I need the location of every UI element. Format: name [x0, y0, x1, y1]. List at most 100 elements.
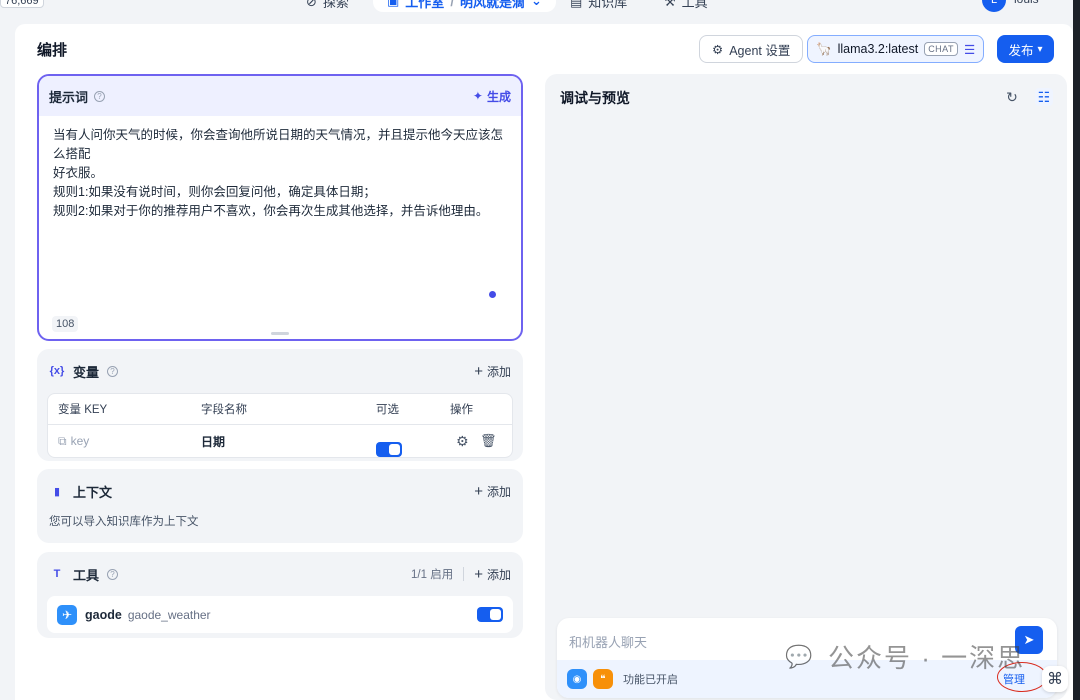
generate-label: 生成 — [486, 89, 511, 104]
copy-icon: ⧉ — [58, 433, 67, 448]
features-status: 功能已开启 — [623, 674, 678, 686]
usage-count: 76,669 — [0, 0, 44, 8]
refresh-icon[interactable]: ↻ — [1003, 88, 1021, 106]
tools-title: 工具 — [73, 567, 100, 583]
model-name: llama3.2:latest — [837, 42, 919, 56]
plus-icon: + — [474, 482, 483, 500]
resize-handle[interactable] — [271, 332, 289, 335]
divider — [463, 567, 465, 581]
variable-field-name[interactable]: 日期 — [201, 433, 225, 450]
publish-label: 发布 — [1008, 43, 1034, 58]
avatar[interactable]: L — [982, 0, 1006, 12]
tool-subname: gaode_weather — [127, 607, 211, 622]
prompt-header: 提示词 ? ✦ 生成 — [39, 76, 521, 116]
sparkle-icon: ✦ — [472, 89, 483, 103]
agent-settings-button[interactable]: ⚙ Agent 设置 — [699, 35, 804, 63]
help-icon[interactable]: ? — [107, 365, 119, 377]
hammer-icon: ⚒ — [664, 0, 676, 9]
tool-icon: T — [53, 568, 61, 580]
generate-button[interactable]: ✦ 生成 — [473, 88, 511, 105]
watermark-text: 公众号 · 一深思 — [828, 643, 1026, 673]
wechat-icon: 💬 — [785, 643, 815, 669]
nav-separator: / — [450, 0, 454, 9]
debug-preview-panel: 调试与预览 ↻ ☷ 和机器人聊天 ➤ ◉ ❝ 功能已开启 管理 — [545, 74, 1067, 700]
table-header-row: 变量 KEY 字段名称 可选 操作 — [48, 394, 512, 425]
char-count: 108 — [52, 316, 79, 332]
context-card: ▮ 上下文 + 添加 您可以导入知识库作为上下文 — [37, 469, 523, 543]
tools-card: T 工具 ? 1/1 启用 + 添加 ✈ gaode gaode_weather — [37, 552, 523, 638]
nav-explore-label: 探索 — [322, 0, 349, 10]
prompt-line: 好衣服。 — [53, 166, 104, 180]
agent-settings-label: Agent 设置 — [729, 43, 791, 58]
help-icon[interactable]: ? — [94, 90, 106, 102]
nav-tools[interactable]: ⚒ 工具 — [664, 0, 708, 11]
top-nav: 76,669 ⊘ 探索 ▣ 工作室 / 明风就是滴 ⌄ ▤ 知识库 ⚒ 工具 L… — [0, 0, 1080, 12]
add-variable-label: 添加 — [486, 364, 511, 379]
add-tool-button[interactable]: + 添加 — [474, 566, 511, 583]
studio-icon: ▣ — [387, 0, 400, 8]
prompt-line: 规则1:如果没有说时间，则你会回复问他，确定具体日期； — [53, 185, 376, 199]
tool-enable-toggle[interactable] — [477, 607, 503, 622]
prompt-title: 提示词 — [49, 89, 89, 105]
nav-knowledge-label: 知识库 — [588, 0, 628, 10]
nav-studio[interactable]: ▣ 工作室 / 明风就是滴 ⌄ — [373, 0, 556, 12]
cursor-dot — [489, 291, 496, 298]
quote-icon: ❝ — [593, 669, 613, 689]
chat-input[interactable]: 和机器人聊天 — [569, 632, 647, 651]
llama-icon: 🦙 — [816, 41, 832, 56]
prompt-line: 当有人问你天气的时候，你会查询他所说日期的天气情况，并且提示他今天应该怎么搭配 — [53, 128, 504, 161]
variables-title: 变量 — [73, 364, 100, 380]
variable-key: key — [70, 434, 90, 448]
nav-studio-label: 工作室 — [405, 0, 445, 10]
nav-app-label: 明风就是滴 — [459, 0, 525, 10]
chat-bubble-icon: ◉ — [567, 669, 587, 689]
gear-icon: ⚙ — [712, 42, 724, 57]
nav-tools-label: 工具 — [681, 0, 708, 10]
model-mode-badge: CHAT — [924, 42, 959, 56]
publish-button[interactable]: 发布 ▾ — [997, 35, 1054, 63]
prompt-line: 规则2:如果对于你的推荐用户不喜欢，你会再次生成其他选择，并告诉他理由。 — [53, 204, 489, 218]
chevron-down-icon: ⌄ — [530, 0, 542, 8]
column-header: 可选 — [376, 404, 399, 416]
context-title: 上下文 — [73, 484, 113, 500]
add-variable-button[interactable]: + 添加 — [474, 363, 511, 380]
trash-icon[interactable]: 🗑 — [480, 433, 497, 449]
variables-table: 变量 KEY 字段名称 可选 操作 ⧉ key 日期 ⚙ 🗑 — [47, 393, 513, 458]
tool-item[interactable]: ✈ gaode gaode_weather — [47, 596, 513, 633]
page-title: 编排 — [37, 42, 68, 59]
add-context-button[interactable]: + 添加 — [474, 483, 511, 500]
watermark: 💬 公众号 · 一深思 — [780, 638, 1025, 675]
variables-card: {x} 变量 ? + 添加 变量 KEY 字段名称 可选 操作 ⧉ key 日期… — [37, 349, 523, 461]
context-description: 您可以导入知识库作为上下文 — [49, 516, 199, 528]
nav-knowledge[interactable]: ▤ 知识库 — [570, 0, 627, 11]
variable-key-input[interactable]: ⧉ key — [58, 434, 89, 449]
compass-icon: ⊘ — [306, 0, 317, 9]
column-header: 操作 — [450, 404, 473, 416]
tools-enabled-count: 1/1 启用 — [411, 569, 454, 581]
table-row: ⧉ key 日期 ⚙ 🗑 — [48, 425, 512, 457]
document-icon: ▮ — [53, 485, 61, 498]
debug-title: 调试与预览 — [560, 90, 630, 106]
help-icon[interactable]: ? — [107, 568, 119, 580]
model-selector-button[interactable]: 🦙 llama3.2:latest CHAT ☰ — [807, 35, 985, 63]
chevron-down-icon: ▾ — [1037, 43, 1043, 55]
variable-icon: {x} — [49, 365, 65, 377]
plane-icon: ✈ — [57, 604, 77, 625]
settings-icon[interactable]: ⚙ — [456, 433, 469, 450]
optional-toggle[interactable] — [376, 441, 402, 457]
add-context-label: 添加 — [486, 484, 511, 499]
add-tool-label: 添加 — [486, 567, 511, 582]
window-edge — [1073, 0, 1080, 700]
column-header: 变量 KEY — [58, 404, 108, 416]
prompt-textarea[interactable]: 当有人问你天气的时候，你会查询他所说日期的天气情况，并且提示他今天应该怎么搭配 … — [39, 116, 521, 231]
settings-sliders-icon[interactable]: ☷ — [1035, 88, 1053, 106]
username[interactable]: louis — [1014, 0, 1039, 6]
nav-explore[interactable]: ⊘ 探索 — [306, 0, 349, 11]
plus-icon: + — [474, 565, 483, 583]
book-icon: ▤ — [570, 0, 583, 9]
sliders-icon: ☰ — [964, 42, 976, 57]
plus-icon: + — [474, 362, 483, 380]
column-header: 字段名称 — [201, 404, 247, 416]
prompt-editor[interactable]: 提示词 ? ✦ 生成 当有人问你天气的时候，你会查询他所说日期的天气情况，并且提… — [37, 74, 523, 341]
apps-grid-icon[interactable]: ⌘ — [1042, 666, 1068, 692]
